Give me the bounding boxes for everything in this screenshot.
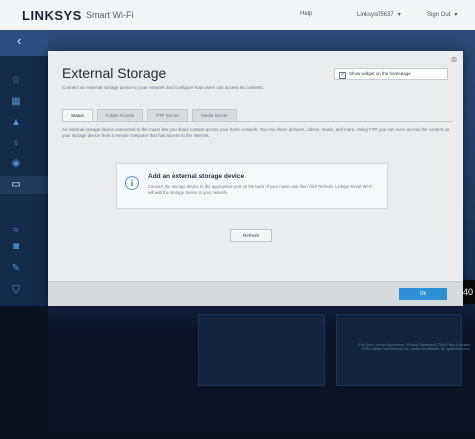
show-widget-toggle[interactable]: ✓ Show widget on the homepage	[334, 68, 448, 80]
sidebar-item-camera[interactable]: ◙	[0, 238, 48, 256]
security-icon: ✎	[11, 263, 21, 274]
info-icon: i	[125, 176, 139, 190]
sidebar-item-favorites[interactable]: ☆	[0, 72, 48, 90]
help-link[interactable]: Help	[300, 11, 312, 17]
chevron-down-icon: ▾	[454, 12, 458, 18]
info-text: Connect the storage device to the approp…	[148, 184, 373, 195]
refresh-button[interactable]: Refresh	[230, 229, 272, 242]
brand-logo: LINKSYS	[22, 8, 82, 23]
top-header: LINKSYS Smart Wi-Fi Help Linksys05637 ▾ S…	[0, 0, 475, 31]
add-device-info-box: i Add an external storage device Connect…	[116, 163, 388, 209]
shield-icon: ⛉	[12, 285, 20, 296]
sidebar-item-dashboard[interactable]: ▦	[0, 93, 48, 111]
ok-button[interactable]: Ok	[399, 288, 447, 300]
product-name: Smart Wi-Fi	[86, 10, 134, 20]
sidebar-item-priority[interactable]: ◉	[0, 155, 48, 173]
chevron-down-icon: ▾	[397, 12, 401, 18]
camera-icon: ◙	[12, 241, 20, 252]
external-storage-modal: ⊗ External Storage Connect an external s…	[48, 51, 463, 306]
star-icon: ☆	[11, 75, 21, 86]
priority-icon: ◉	[11, 158, 21, 169]
storage-description: An external storage device connected to …	[62, 127, 450, 138]
external-storage-icon: ▭	[11, 179, 21, 190]
sidebar-item-parental[interactable]: ♀	[0, 135, 48, 153]
router-name-menu[interactable]: Linksys05637 ▾	[357, 11, 401, 18]
sidebar-bottom	[0, 306, 48, 439]
sidebar-back-button[interactable]: ‹	[0, 30, 48, 56]
dashboard-icon: ▦	[11, 96, 21, 107]
parental-icon: ♀	[12, 138, 20, 149]
router-name-label: Linksys05637	[357, 12, 394, 18]
close-icon[interactable]: ⊗	[450, 56, 458, 64]
modal-footer: Ok	[48, 281, 463, 306]
checkbox-checked-icon[interactable]: ✓	[339, 72, 346, 79]
page-title: External Storage	[62, 65, 167, 81]
alert-icon: ▲	[11, 117, 21, 128]
sidebar-item-troubleshooting[interactable]: ▲	[0, 114, 48, 132]
show-widget-label: Show widget on the homepage	[349, 71, 411, 76]
footer: End User License Agreement | Privacy Sta…	[300, 343, 470, 351]
sidebar-item-security[interactable]: ✎	[0, 260, 48, 278]
sidebar-item-shield[interactable]: ⛉	[0, 282, 48, 300]
back-icon: ‹	[17, 33, 22, 48]
page-subtitle: Connect an external storage device to yo…	[62, 85, 265, 90]
tab-bar: Status Folder Access FTP Server Media Se…	[62, 109, 237, 122]
sign-out-menu[interactable]: Sign Out ▾	[427, 11, 457, 18]
footer-copyright: ©2014 Belkin International, Inc. and/or …	[361, 347, 470, 351]
sign-out-label: Sign Out	[427, 12, 451, 18]
info-title: Add an external storage device	[148, 173, 245, 180]
sidebar-item-external-storage[interactable]: ▭	[0, 176, 48, 194]
wireless-icon: ≈	[13, 225, 19, 236]
tab-divider	[62, 121, 453, 122]
